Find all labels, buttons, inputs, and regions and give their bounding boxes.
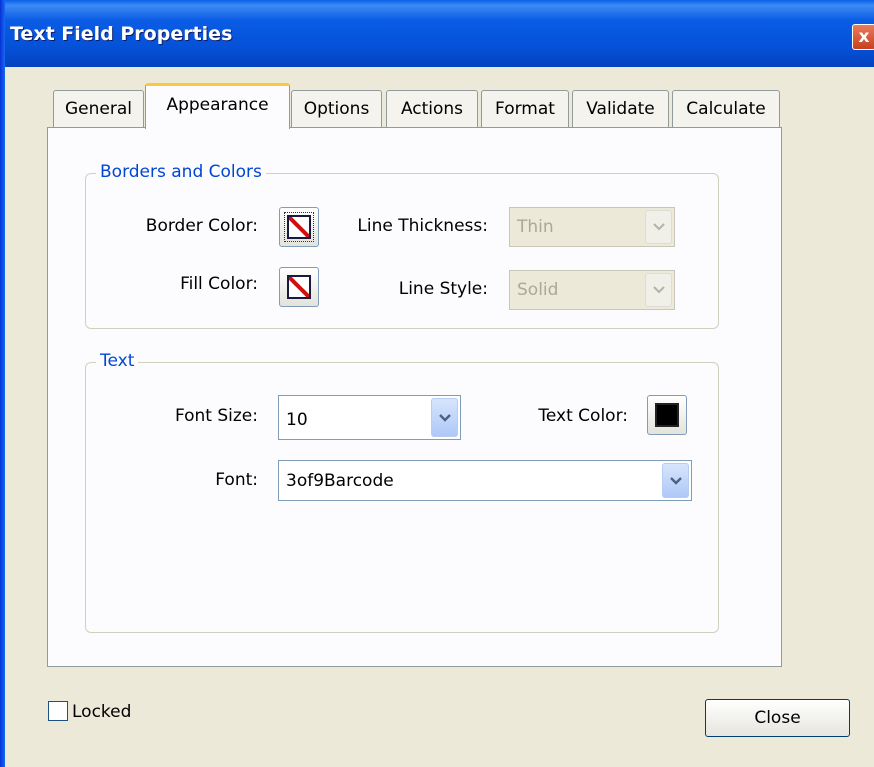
- line-style-select[interactable]: Solid: [509, 270, 675, 310]
- tab-label: Appearance: [166, 95, 269, 115]
- tab-label: Validate: [586, 99, 655, 119]
- font-value: 3of9Barcode: [286, 471, 394, 491]
- window-frame-left: [0, 0, 5, 767]
- text-color-label: Text Color:: [538, 406, 628, 426]
- locked-checkbox[interactable]: [48, 701, 68, 721]
- chevron-down-icon[interactable]: [431, 398, 458, 437]
- font-size-label: Font Size:: [174, 406, 258, 426]
- tab-general[interactable]: General: [53, 90, 144, 128]
- text-color-swatch: [655, 403, 679, 427]
- line-style-label: Line Style:: [398, 279, 488, 299]
- font-select[interactable]: 3of9Barcode: [278, 460, 692, 501]
- title-bar[interactable]: Text Field Properties x: [0, 0, 874, 67]
- line-thickness-label: Line Thickness:: [357, 216, 488, 236]
- locked-label: Locked: [72, 702, 132, 722]
- no-color-swatch-icon: [287, 275, 311, 299]
- font-size-value: 10: [286, 410, 308, 430]
- tab-appearance[interactable]: Appearance: [145, 83, 290, 129]
- tab-label: Format: [495, 99, 555, 119]
- chevron-down-icon[interactable]: [662, 463, 689, 498]
- tab-options[interactable]: Options: [291, 90, 382, 128]
- tab-calculate[interactable]: Calculate: [672, 90, 780, 128]
- tab-format[interactable]: Format: [481, 90, 569, 128]
- text-color-button[interactable]: [647, 395, 687, 435]
- no-color-swatch-icon: [284, 212, 314, 242]
- border-color-label: Border Color:: [145, 216, 258, 236]
- line-thickness-select[interactable]: Thin: [509, 207, 675, 247]
- chevron-down-icon[interactable]: [645, 210, 672, 244]
- line-thickness-value: Thin: [517, 217, 554, 237]
- text-field-properties-dialog: Text Field Properties x General Appearan…: [0, 0, 874, 767]
- chevron-down-icon[interactable]: [645, 273, 672, 307]
- tab-label: General: [65, 99, 132, 119]
- close-icon: x: [858, 27, 870, 47]
- font-size-select[interactable]: 10: [278, 395, 461, 440]
- tab-label: Options: [303, 99, 370, 119]
- borders-colors-group-title: Borders and Colors: [96, 162, 266, 182]
- tab-label: Actions: [400, 99, 464, 119]
- tab-label: Calculate: [686, 99, 766, 119]
- tab-actions[interactable]: Actions: [386, 90, 478, 128]
- text-group-title: Text: [96, 351, 139, 371]
- window-title: Text Field Properties: [10, 23, 233, 45]
- font-label: Font:: [215, 470, 258, 490]
- tab-validate[interactable]: Validate: [572, 90, 669, 128]
- close-window-button[interactable]: x: [852, 24, 874, 50]
- appearance-tab-panel: Borders and Colors Border Color: Line Th…: [47, 127, 782, 667]
- close-button-label: Close: [754, 708, 801, 728]
- fill-color-label: Fill Color:: [180, 274, 258, 294]
- close-button[interactable]: Close: [705, 699, 850, 737]
- line-style-value: Solid: [517, 280, 559, 300]
